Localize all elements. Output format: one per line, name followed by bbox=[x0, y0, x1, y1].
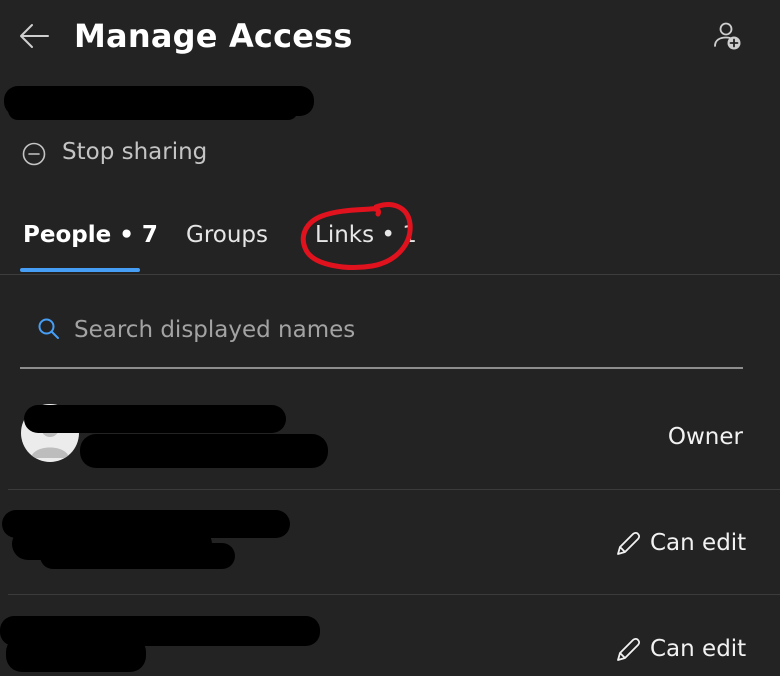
search-icon bbox=[36, 316, 62, 342]
redacted-person-email-tail bbox=[40, 543, 235, 569]
tab-divider bbox=[0, 274, 780, 275]
redacted-person-name bbox=[24, 405, 286, 433]
add-person-icon[interactable] bbox=[711, 20, 745, 54]
pencil-icon[interactable] bbox=[614, 636, 642, 664]
row-divider bbox=[8, 489, 780, 490]
page-title: Manage Access bbox=[74, 17, 353, 55]
red-annotation-circle bbox=[296, 198, 420, 274]
role-owner: Owner bbox=[667, 424, 743, 450]
active-tab-indicator bbox=[20, 268, 140, 272]
search-underline bbox=[20, 367, 743, 369]
tab-people[interactable]: People • 7 bbox=[23, 222, 158, 248]
role-can-edit-button[interactable]: Can edit bbox=[650, 636, 746, 662]
search-input[interactable] bbox=[74, 309, 734, 351]
tab-groups[interactable]: Groups bbox=[186, 222, 268, 248]
redacted-person-email bbox=[6, 636, 146, 672]
stop-sharing-button[interactable]: Stop sharing bbox=[62, 139, 207, 165]
back-arrow-icon[interactable] bbox=[18, 20, 52, 52]
pencil-icon[interactable] bbox=[614, 530, 642, 558]
row-divider bbox=[8, 594, 780, 595]
role-can-edit-button[interactable]: Can edit bbox=[650, 530, 746, 556]
minus-circle-icon[interactable] bbox=[21, 141, 47, 167]
redacted-file-name-tail bbox=[8, 100, 298, 120]
redacted-person-email bbox=[80, 434, 328, 468]
